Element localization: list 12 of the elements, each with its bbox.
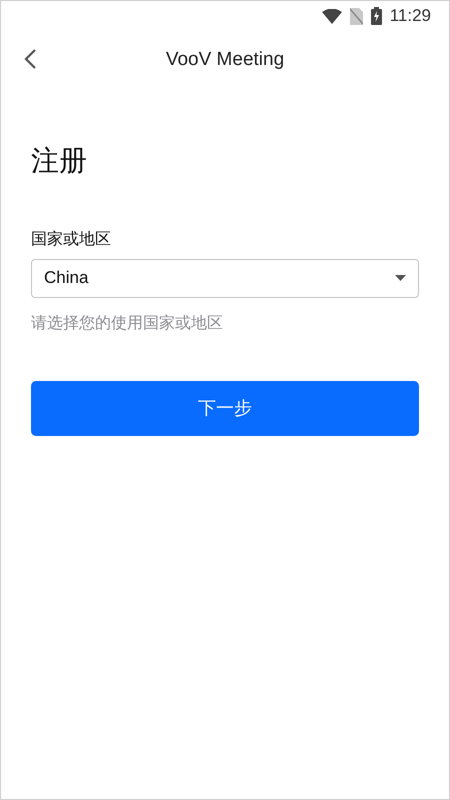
status-time: 11:29 [390, 5, 431, 28]
header-title: VooV Meeting [166, 48, 284, 72]
field-label: 国家或地区 [31, 230, 112, 250]
caret-icon [395, 275, 406, 282]
wifi-icon [322, 8, 342, 24]
no-sim-icon [350, 8, 363, 24]
next-button[interactable]: 下一步 [31, 380, 419, 436]
back-icon[interactable] [23, 48, 37, 70]
battery-charging-icon [370, 7, 382, 25]
field-hint: 请选择您的使用国家或地区 [31, 314, 224, 334]
page-title: 注册 [31, 144, 88, 178]
country-dropdown[interactable]: China [31, 258, 419, 298]
